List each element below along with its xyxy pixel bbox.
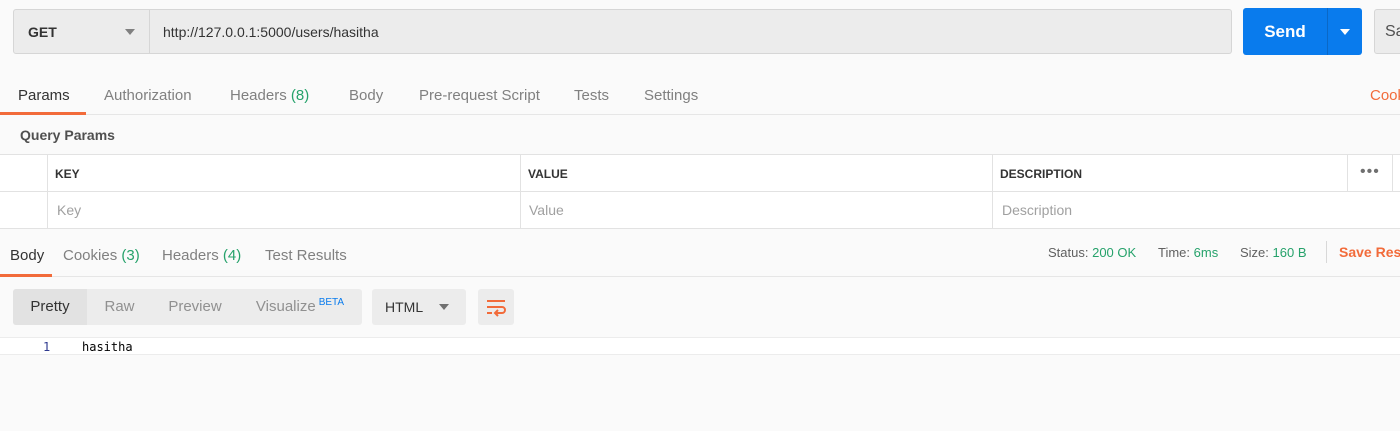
query-params-table: KEY VALUE DESCRIPTION ••• Key Value Desc… xyxy=(0,154,1400,229)
response-tabs: Body Cookies (3) Headers (4) Test Result… xyxy=(0,229,1400,277)
beta-badge: BETA xyxy=(318,297,345,308)
save-label: Sa xyxy=(1385,23,1400,40)
code-line: 1 hasitha xyxy=(0,337,1400,355)
request-tabs: Params Authorization Headers (8) Body Pr… xyxy=(0,64,1400,115)
tab-count: (3) xyxy=(121,247,140,264)
save-response-button[interactable]: Save Res xyxy=(1339,244,1400,260)
code-text: hasitha xyxy=(82,340,133,354)
table-header-row: KEY VALUE DESCRIPTION ••• xyxy=(0,155,1400,192)
mode-preview[interactable]: Preview xyxy=(152,289,238,325)
tab-response-headers[interactable]: Headers (4) xyxy=(162,247,241,264)
chevron-down-icon xyxy=(439,304,449,310)
size-info: Size: 160 B xyxy=(1240,245,1307,260)
line-number: 1 xyxy=(43,340,51,354)
tab-response-cookies[interactable]: Cookies (3) xyxy=(63,247,140,264)
tab-settings[interactable]: Settings xyxy=(644,87,698,104)
tab-label: Headers xyxy=(162,247,219,264)
tab-test-results[interactable]: Test Results xyxy=(265,247,347,264)
status-label: Status: xyxy=(1048,245,1089,260)
column-divider xyxy=(1392,155,1393,192)
tab-response-body[interactable]: Body xyxy=(10,247,44,264)
tab-label: Tests xyxy=(574,87,610,104)
send-options-button[interactable] xyxy=(1327,8,1362,55)
tab-label: Cookies xyxy=(63,247,118,264)
view-mode-selector: Pretty Raw Preview Visualize BETA xyxy=(13,289,362,325)
url-input[interactable]: http://127.0.0.1:5000/users/hasitha xyxy=(150,9,1232,54)
method-select[interactable]: GET xyxy=(13,9,150,54)
tab-label: Body xyxy=(349,87,384,104)
send-button[interactable]: Send xyxy=(1243,8,1327,55)
query-params-title: Query Params xyxy=(20,127,115,143)
status-info: Status: 200 OK xyxy=(1048,245,1136,260)
mode-raw[interactable]: Raw xyxy=(87,289,152,325)
mode-label: Visualize xyxy=(255,298,316,315)
tab-label: Test Results xyxy=(265,247,347,264)
method-label: GET xyxy=(28,24,57,40)
size-value: 160 B xyxy=(1272,245,1307,260)
column-divider xyxy=(520,155,521,229)
tab-headers[interactable]: Headers (8) xyxy=(230,87,309,104)
chevron-down-icon xyxy=(1340,29,1350,35)
column-header-key: KEY xyxy=(55,167,80,181)
tab-label: Settings xyxy=(644,87,699,104)
wrap-lines-button[interactable] xyxy=(478,289,514,325)
cookies-link[interactable]: Cook xyxy=(1370,87,1400,104)
save-button[interactable]: Sa xyxy=(1374,9,1400,54)
size-label: Size: xyxy=(1240,245,1269,260)
mode-visualize[interactable]: Visualize BETA xyxy=(238,289,362,325)
tab-count: (4) xyxy=(222,247,242,264)
active-tab-indicator xyxy=(0,112,86,115)
response-body-editor[interactable]: 1 hasitha xyxy=(0,337,1400,431)
format-select[interactable]: HTML xyxy=(372,289,466,325)
column-divider xyxy=(1347,155,1348,192)
active-tab-indicator xyxy=(0,274,52,277)
table-row: Key Value Description xyxy=(0,192,1400,229)
key-input[interactable]: Key xyxy=(57,202,81,218)
url-value: http://127.0.0.1:5000/users/hasitha xyxy=(163,24,379,40)
time-label: Time: xyxy=(1158,245,1191,260)
time-value: 6ms xyxy=(1193,245,1219,260)
tab-label: Pre-request Script xyxy=(419,87,540,104)
time-info: Time: 6ms xyxy=(1158,245,1218,260)
more-options-icon[interactable]: ••• xyxy=(1360,163,1380,181)
column-header-value: VALUE xyxy=(528,167,568,181)
request-bar: GET http://127.0.0.1:5000/users/hasitha … xyxy=(0,0,1400,64)
column-divider xyxy=(47,155,48,229)
status-value: 200 OK xyxy=(1092,245,1137,260)
tab-label: Body xyxy=(10,247,45,264)
mode-pretty[interactable]: Pretty xyxy=(13,289,87,325)
column-header-description: DESCRIPTION xyxy=(1000,167,1083,181)
tab-label: Authorization xyxy=(104,87,192,104)
tab-tests[interactable]: Tests xyxy=(574,87,609,104)
chevron-down-icon xyxy=(125,29,135,35)
description-input[interactable]: Description xyxy=(1002,202,1072,218)
format-label: HTML xyxy=(385,299,424,315)
tab-label: Params xyxy=(18,87,70,104)
tab-body[interactable]: Body xyxy=(349,87,383,104)
tab-label: Headers xyxy=(230,87,287,104)
tab-pre-request-script[interactable]: Pre-request Script xyxy=(419,87,540,104)
wrap-lines-icon xyxy=(487,300,506,317)
column-divider xyxy=(992,155,993,229)
divider xyxy=(1326,241,1327,263)
tab-count: (8) xyxy=(290,87,310,104)
tab-authorization[interactable]: Authorization xyxy=(104,87,192,104)
tab-params[interactable]: Params xyxy=(18,87,70,104)
value-input[interactable]: Value xyxy=(529,202,564,218)
